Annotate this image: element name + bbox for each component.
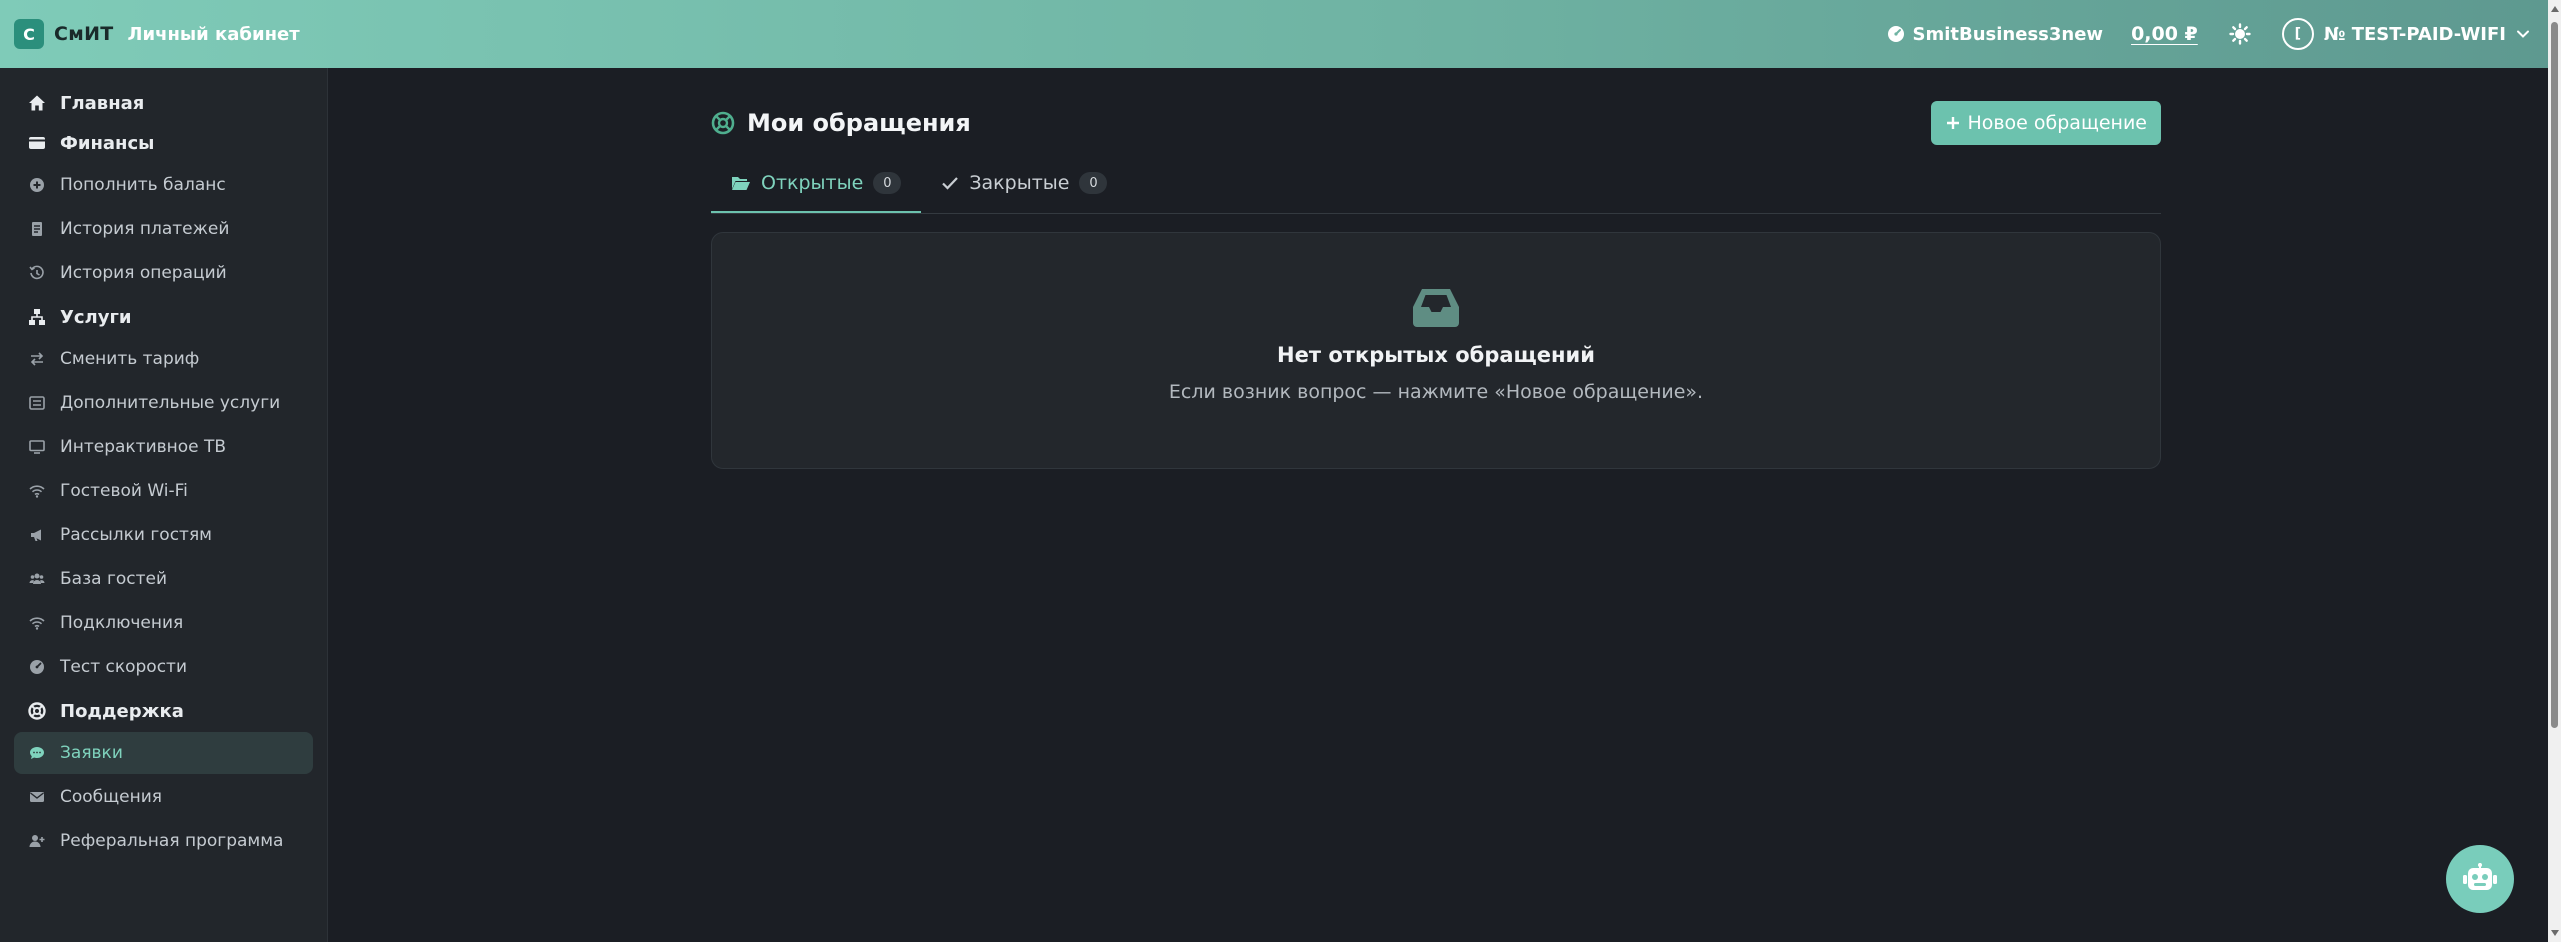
- user-plus-icon: [28, 832, 46, 850]
- sidebar-item-label: Реферальная программа: [60, 831, 284, 851]
- scroll-up-arrow[interactable]: [2551, 6, 2559, 12]
- receipt-icon: [28, 220, 46, 238]
- wallet-icon: [28, 134, 46, 152]
- gauge-icon: [1887, 25, 1905, 43]
- ticket-tabs: Открытые 0 Закрытые 0: [711, 156, 2161, 214]
- sidebar-item-interactive-tv[interactable]: Интерактивное ТВ: [14, 426, 313, 468]
- sidebar-item-referral[interactable]: Реферальная программа: [14, 820, 313, 862]
- sitemap-icon: [28, 308, 46, 326]
- sidebar-section-services[interactable]: Услуги: [0, 300, 327, 334]
- tab-count-badge: 0: [1079, 172, 1108, 194]
- sidebar-item-topup[interactable]: Пополнить баланс: [14, 164, 313, 206]
- sidebar-section-label: Услуги: [60, 306, 132, 328]
- theme-toggle-button[interactable]: [2226, 20, 2254, 48]
- wifi-icon: [28, 614, 46, 632]
- tab-count-badge: 0: [873, 172, 902, 194]
- sidebar-item-connections[interactable]: Подключения: [14, 602, 313, 644]
- logo[interactable]: С СмИТ Личный кабинет: [14, 19, 300, 49]
- sidebar-item-home[interactable]: Главная: [0, 86, 327, 120]
- balance-link[interactable]: 0,00 ₽: [2131, 23, 2198, 45]
- envelope-icon: [28, 788, 46, 806]
- sidebar-item-payment-history[interactable]: История платежей: [14, 208, 313, 250]
- wifi-icon: [28, 482, 46, 500]
- inbox-icon: [1412, 287, 1460, 329]
- account-name: SmitBusiness3new: [1912, 23, 2104, 45]
- new-ticket-button[interactable]: Новое обращение: [1931, 101, 2161, 145]
- sidebar-section-label: Поддержка: [60, 700, 184, 722]
- new-ticket-label: Новое обращение: [1967, 112, 2147, 134]
- sidebar-item-label: Сообщения: [60, 787, 163, 807]
- users-icon: [28, 570, 46, 588]
- folder-open-icon: [731, 174, 751, 192]
- plus-circle-icon: [28, 176, 46, 194]
- user-menu[interactable]: [ № TEST-PAID-WIFI: [2281, 18, 2530, 50]
- page-scrollbar[interactable]: [2548, 0, 2561, 942]
- page-header: Мои обращения Новое обращение: [711, 68, 2161, 154]
- sidebar-item-label: Дополнительные услуги: [60, 393, 281, 413]
- sidebar-item-label: Пополнить баланс: [60, 175, 226, 195]
- sidebar-section-label: Главная: [60, 92, 145, 114]
- robot-icon: [2462, 863, 2498, 895]
- chat-icon: [28, 744, 46, 762]
- sidebar-item-label: Рассылки гостям: [60, 525, 213, 545]
- sun-icon: [2229, 23, 2251, 45]
- logo-brand: СмИТ: [54, 23, 114, 45]
- tab-label: Открытые: [761, 172, 864, 194]
- chat-bot-button[interactable]: [2446, 845, 2514, 913]
- sidebar-item-messages[interactable]: Сообщения: [14, 776, 313, 818]
- sidebar-item-guest-base[interactable]: База гостей: [14, 558, 313, 600]
- main-content: Мои обращения Новое обращение Открытые 0…: [711, 68, 2161, 469]
- chevron-down-icon: [2516, 27, 2530, 41]
- avatar: [: [2281, 18, 2314, 50]
- gauge-icon: [28, 658, 46, 676]
- tab-open[interactable]: Открытые 0: [711, 155, 922, 213]
- sidebar: Главная Финансы Пополнить баланс История…: [0, 68, 328, 942]
- sidebar-item-speed-test[interactable]: Тест скорости: [14, 646, 313, 688]
- account-selector[interactable]: SmitBusiness3new: [1887, 23, 2104, 45]
- plus-icon: [1945, 115, 1961, 131]
- page-title-text: Мои обращения: [747, 109, 971, 137]
- sidebar-item-label: Сменить тариф: [60, 349, 200, 369]
- sidebar-item-label: История платежей: [60, 219, 230, 239]
- sidebar-item-label: Заявки: [60, 743, 123, 763]
- logo-subtitle: Личный кабинет: [127, 23, 300, 45]
- scroll-thumb[interactable]: [2551, 22, 2558, 728]
- tv-icon: [28, 438, 46, 456]
- sidebar-item-label: База гостей: [60, 569, 168, 589]
- megaphone-icon: [28, 526, 46, 544]
- sidebar-item-operation-history[interactable]: История операций: [14, 252, 313, 294]
- list-icon: [28, 394, 46, 412]
- tab-closed[interactable]: Закрытые 0: [921, 155, 1127, 213]
- lifebuoy-icon: [28, 702, 46, 720]
- empty-state-text: Если возник вопрос — нажмите «Новое обра…: [1168, 381, 1704, 403]
- sidebar-item-change-tariff[interactable]: Сменить тариф: [14, 338, 313, 380]
- sidebar-section-label: Финансы: [60, 132, 155, 154]
- sidebar-item-label: Тест скорости: [60, 657, 188, 677]
- sidebar-section-support[interactable]: Поддержка: [0, 694, 327, 728]
- sidebar-item-label: История операций: [60, 263, 227, 283]
- sidebar-item-tickets[interactable]: Заявки: [14, 732, 313, 774]
- scroll-down-arrow[interactable]: [2551, 930, 2559, 936]
- home-icon: [28, 94, 46, 112]
- sidebar-item-label: Гостевой Wi-Fi: [60, 481, 188, 501]
- sidebar-section-finance[interactable]: Финансы: [0, 126, 327, 160]
- logo-mark: С: [14, 19, 44, 49]
- sidebar-item-guest-wifi[interactable]: Гостевой Wi-Fi: [14, 470, 313, 512]
- swap-icon: [28, 350, 46, 368]
- user-label: № TEST-PAID-WIFI: [2323, 23, 2506, 45]
- sidebar-item-label: Интерактивное ТВ: [60, 437, 227, 457]
- empty-state-card: Нет открытых обращений Если возник вопро…: [711, 232, 2161, 469]
- history-icon: [28, 264, 46, 282]
- top-bar: С СмИТ Личный кабинет SmitBusiness3new 0…: [0, 0, 2548, 68]
- sidebar-item-label: Подключения: [60, 613, 184, 633]
- tab-label: Закрытые: [969, 172, 1070, 194]
- empty-state-title: Нет открытых обращений: [1277, 343, 1595, 367]
- lifebuoy-icon: [711, 111, 735, 135]
- sidebar-item-extra-services[interactable]: Дополнительные услуги: [14, 382, 313, 424]
- check-icon: [941, 175, 959, 191]
- sidebar-item-guest-mailings[interactable]: Рассылки гостям: [14, 514, 313, 556]
- page-title: Мои обращения: [711, 109, 971, 137]
